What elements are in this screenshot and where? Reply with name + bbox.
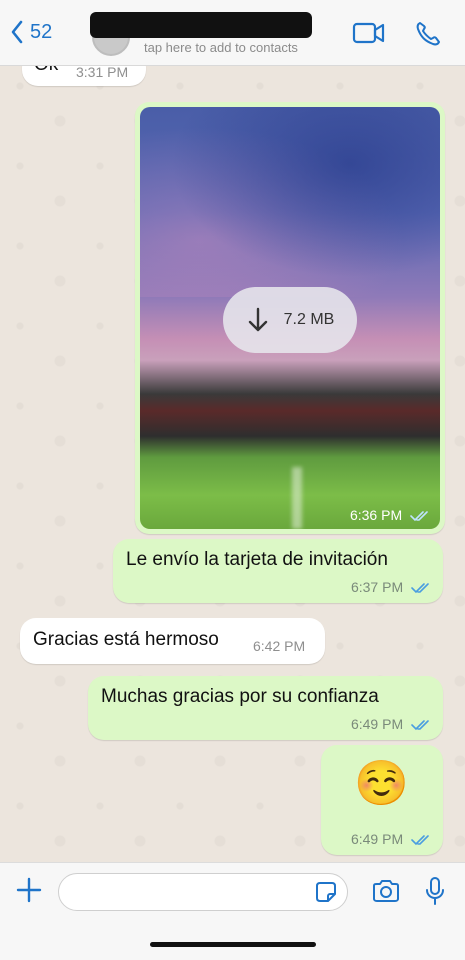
sticker-icon [316, 882, 336, 902]
download-icon [248, 307, 267, 332]
microphone-icon [426, 877, 444, 905]
image-preview-blurred[interactable]: 7.2 MB 6:36 PM [140, 107, 440, 529]
message-time: 6:49 PM [350, 831, 404, 847]
back-button[interactable]: 52 [10, 20, 52, 44]
video-call-icon [352, 22, 385, 44]
image-message-time: 6:36 PM [350, 507, 430, 523]
message-meta: 6:49 PM [351, 831, 431, 847]
download-button[interactable]: 7.2 MB [223, 287, 357, 353]
message-text: Le envío la tarjeta de invitación [126, 549, 388, 570]
message-time: 6:49 PM [350, 716, 404, 732]
contact-subtitle[interactable]: tap here to add to contacts [144, 40, 298, 55]
message-incoming[interactable]: Gracias está hermoso 6:42 PM [20, 618, 325, 664]
chat-header: 52 tap here to add to contacts [0, 0, 465, 66]
message-outgoing[interactable]: Le envío la tarjeta de invitación 6:37 P… [113, 539, 443, 603]
camera-icon [373, 880, 399, 902]
message-meta: 6:49 PM [351, 716, 431, 732]
contact-name-redacted[interactable] [90, 12, 312, 38]
video-call-button[interactable] [352, 20, 386, 51]
double-check-icon [411, 835, 429, 846]
message-time: 6:36 PM [349, 507, 403, 523]
attach-button[interactable] [16, 877, 42, 908]
image-blur-layer [140, 107, 440, 297]
sticker-button[interactable] [315, 881, 337, 908]
double-check-icon [411, 583, 429, 594]
plus-icon [16, 877, 42, 903]
message-incoming[interactable]: Ok 3:31 PM [22, 66, 146, 86]
camera-button[interactable] [371, 879, 401, 908]
home-indicator [150, 942, 316, 947]
chat-area[interactable]: Ok 3:31 PM 7.2 MB 6:36 PM Le envío la ta… [0, 66, 465, 862]
message-input[interactable] [58, 873, 348, 911]
microphone-button[interactable] [424, 876, 446, 911]
double-check-icon [410, 511, 428, 522]
message-time: 6:42 PM [253, 638, 306, 654]
message-outgoing-image[interactable]: 7.2 MB 6:36 PM [135, 102, 445, 534]
phone-icon [416, 22, 440, 46]
emoji-smiling-face: ☺️ [354, 759, 409, 808]
download-size: 7.2 MB [283, 311, 335, 328]
image-blur-detail [292, 467, 302, 529]
message-outgoing-emoji[interactable]: ☺️ 6:49 PM [321, 745, 443, 855]
message-outgoing[interactable]: Muchas gracias por su confianza 6:49 PM [88, 676, 443, 740]
chevron-left-icon [11, 20, 23, 44]
phone-call-button[interactable] [414, 20, 442, 53]
message-time: 6:37 PM [350, 579, 404, 595]
message-text: Gracias está hermoso [33, 629, 219, 650]
unread-count: 52 [30, 20, 53, 43]
message-meta: 6:37 PM [351, 579, 431, 595]
message-text: Ok [34, 66, 58, 76]
message-text: Muchas gracias por su confianza [101, 686, 379, 707]
message-time: 3:31 PM [76, 66, 129, 80]
double-check-icon [411, 720, 429, 731]
